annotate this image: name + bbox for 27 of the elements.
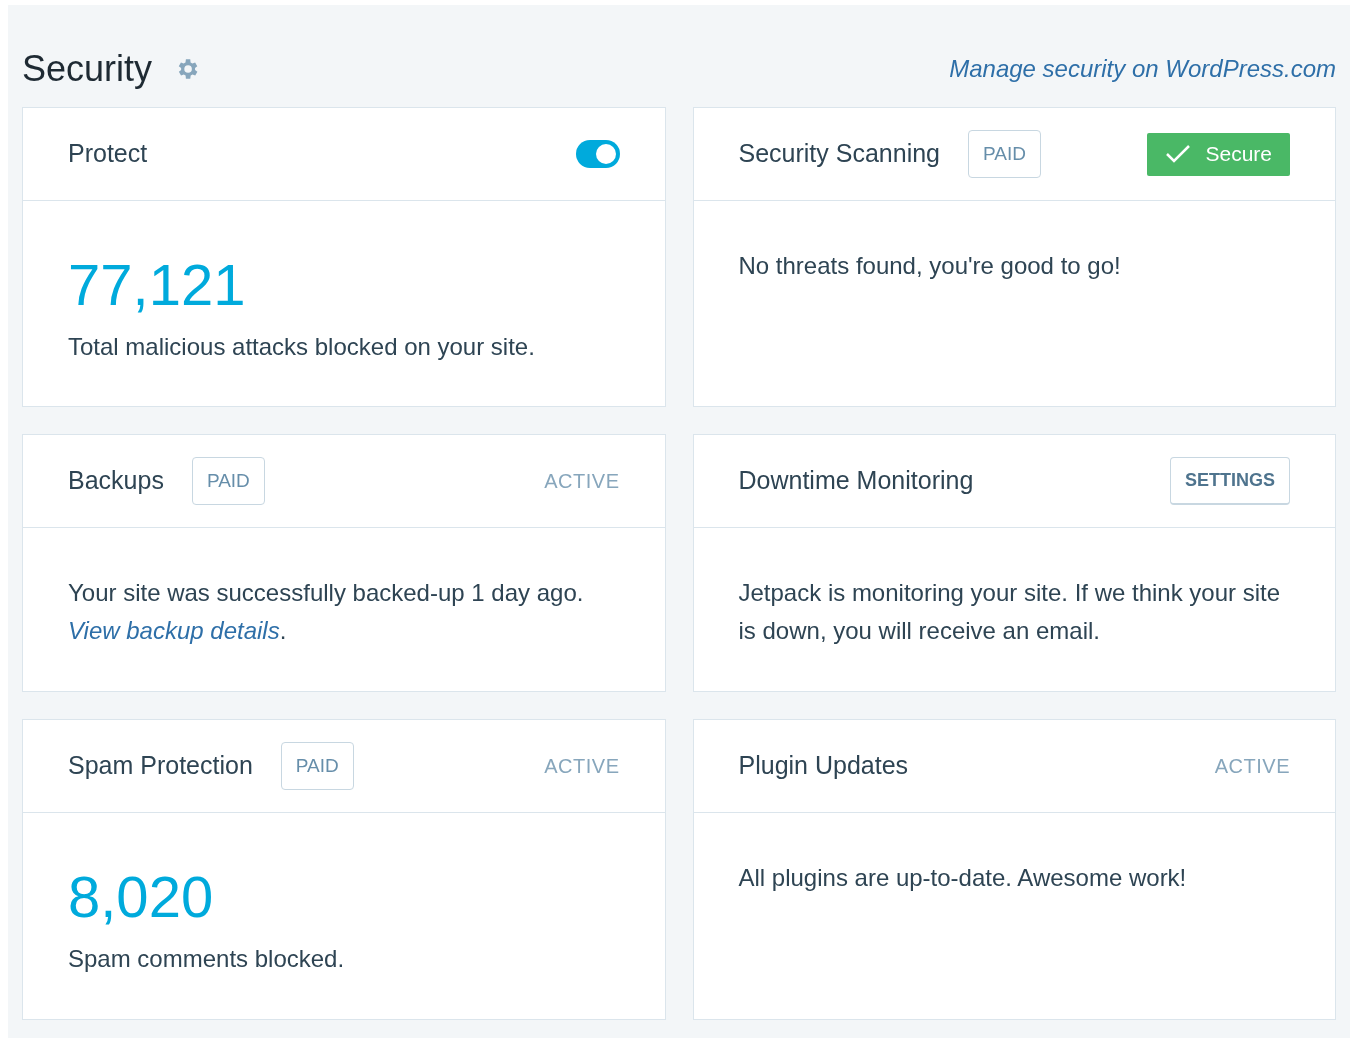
stat-caption: Spam comments blocked.: [68, 944, 346, 974]
secure-status-badge: Secure: [1147, 132, 1290, 176]
card-title: Spam Protection: [68, 750, 253, 782]
card-title: Plugin Updates: [738, 750, 909, 782]
card-description: No threats found, you're good to go!: [738, 251, 1122, 281]
card-title: Protect: [68, 138, 148, 170]
stat-number: 8,020: [68, 865, 215, 929]
paid-badge: PAID: [280, 742, 354, 790]
stat-number: 77,121: [68, 253, 247, 317]
active-label: ACTIVE: [1214, 754, 1290, 779]
backup-details-link[interactable]: View backup details: [68, 617, 280, 644]
toggle-switch[interactable]: [575, 140, 620, 168]
card-description: Your site was successfully backed-up 1 day ago. View backup details.: [68, 578, 585, 646]
paid-badge: PAID: [968, 130, 1041, 178]
card-title: Security Scanning: [738, 138, 940, 170]
active-label: ACTIVE: [544, 754, 620, 779]
section-title: Security: [22, 47, 153, 91]
paid-badge: PAID: [191, 457, 265, 505]
stat-caption: Total malicious attacks blocked on your site.: [68, 332, 536, 362]
card-description: All plugins are up-to-date. Awesome work!: [738, 863, 1188, 893]
active-label: ACTIVE: [544, 469, 620, 494]
card-title: Backups: [68, 465, 164, 497]
manage-security-link[interactable]: Manage security on WordPress.com: [949, 51, 1336, 87]
check-icon: [1165, 144, 1192, 164]
settings-button[interactable]: SETTINGS: [1170, 457, 1290, 505]
card-title: Downtime Monitoring: [738, 465, 974, 497]
card-description: Jetpack is monitoring your site. If we think your site is down, you will receive an email.: [738, 578, 1282, 646]
